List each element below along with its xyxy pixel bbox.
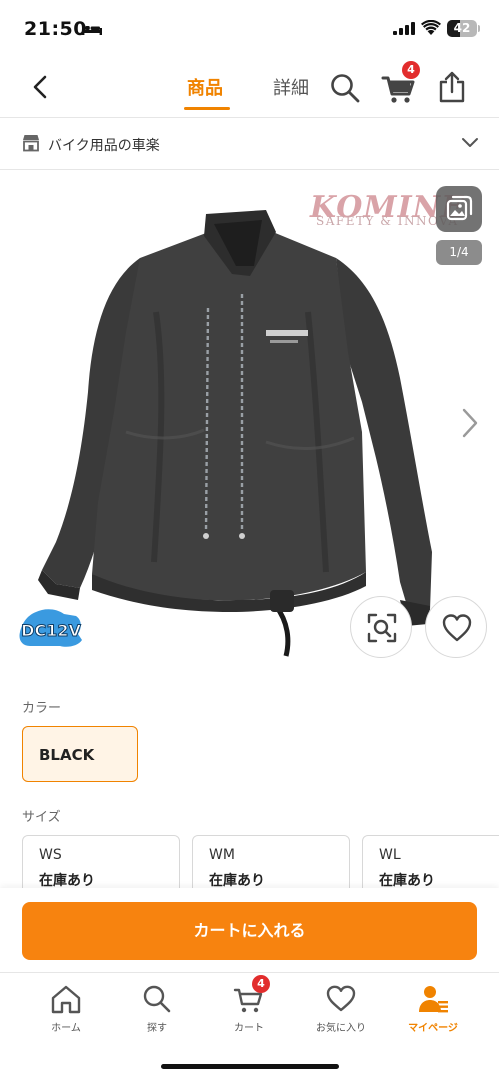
color-label: カラー (22, 701, 62, 716)
cellular-signal-icon (393, 22, 415, 35)
home-icon (51, 985, 81, 1014)
size-stock: 在庫あり (39, 873, 95, 889)
shop-name: バイク用品の車楽 (48, 138, 160, 154)
user-icon (419, 986, 448, 1013)
dc12v-label: DC12V (21, 621, 81, 640)
cart-count-badge: 4 (402, 61, 420, 79)
tab-search[interactable]: 探す (112, 983, 202, 1039)
battery-cap (478, 25, 480, 32)
chevron-down-icon[interactable] (461, 136, 479, 148)
add-to-cart-button[interactable]: カートに入れる (22, 902, 477, 960)
search-icon[interactable] (329, 72, 361, 104)
status-time: 21:50 (24, 18, 87, 40)
size-name: WS (39, 847, 62, 863)
color-option-black[interactable]: BLACK (22, 726, 138, 782)
shop-row[interactable]: バイク用品の車楽 (0, 118, 499, 170)
wifi-icon (421, 20, 441, 35)
tab-detail[interactable]: 詳細 (273, 74, 309, 100)
image-page-indicator: 1/4 (436, 240, 482, 265)
tab-cart-badge: 4 (252, 975, 270, 993)
size-stock: 在庫あり (209, 873, 265, 889)
favorite-button[interactable] (425, 596, 487, 658)
home-indicator[interactable] (161, 1064, 339, 1069)
zoom-icon (367, 613, 397, 643)
sleep-mode-icon (82, 24, 102, 35)
store-icon (23, 135, 39, 152)
tab-label: お気に入り (316, 1023, 366, 1034)
share-icon[interactable] (436, 70, 468, 104)
search-icon (143, 985, 171, 1013)
battery-text: 42 (453, 21, 471, 35)
size-label: サイズ (22, 810, 61, 825)
size-stock: 在庫あり (379, 873, 435, 889)
tab-product[interactable]: 商品 (187, 74, 223, 100)
chevron-right-icon[interactable] (458, 406, 482, 440)
dc12v-badge: DC12V (19, 609, 82, 647)
cta-area: カートに入れる (0, 888, 499, 972)
gallery-icon (446, 195, 473, 221)
tab-label: 探す (147, 1023, 167, 1034)
tab-cart[interactable]: カート (204, 983, 294, 1039)
size-name: WM (209, 847, 235, 863)
tab-label: ホーム (51, 1023, 81, 1034)
tab-label: カート (234, 1023, 264, 1034)
tab-mypage[interactable]: マイページ (388, 983, 478, 1039)
status-bar: 21:50 42 (0, 0, 499, 56)
zoom-button[interactable] (350, 596, 412, 658)
gallery-view-button[interactable] (436, 186, 482, 232)
active-tab-indicator (184, 107, 230, 110)
tab-favorites[interactable]: お気に入り (296, 983, 386, 1039)
battery-icon: 42 (447, 20, 477, 37)
chevron-left-icon[interactable] (26, 72, 56, 102)
size-name: WL (379, 847, 401, 863)
tab-home[interactable]: ホーム (21, 983, 111, 1039)
product-jacket-image (38, 210, 432, 657)
heart-icon (442, 614, 472, 642)
heart-icon (326, 985, 356, 1012)
tab-label: マイページ (408, 1023, 458, 1034)
top-nav-bar: 商品 詳細 (0, 56, 499, 118)
product-image-gallery[interactable]: KOMINE SAFETY & INNOVA 1/4 DC12V (0, 170, 499, 678)
